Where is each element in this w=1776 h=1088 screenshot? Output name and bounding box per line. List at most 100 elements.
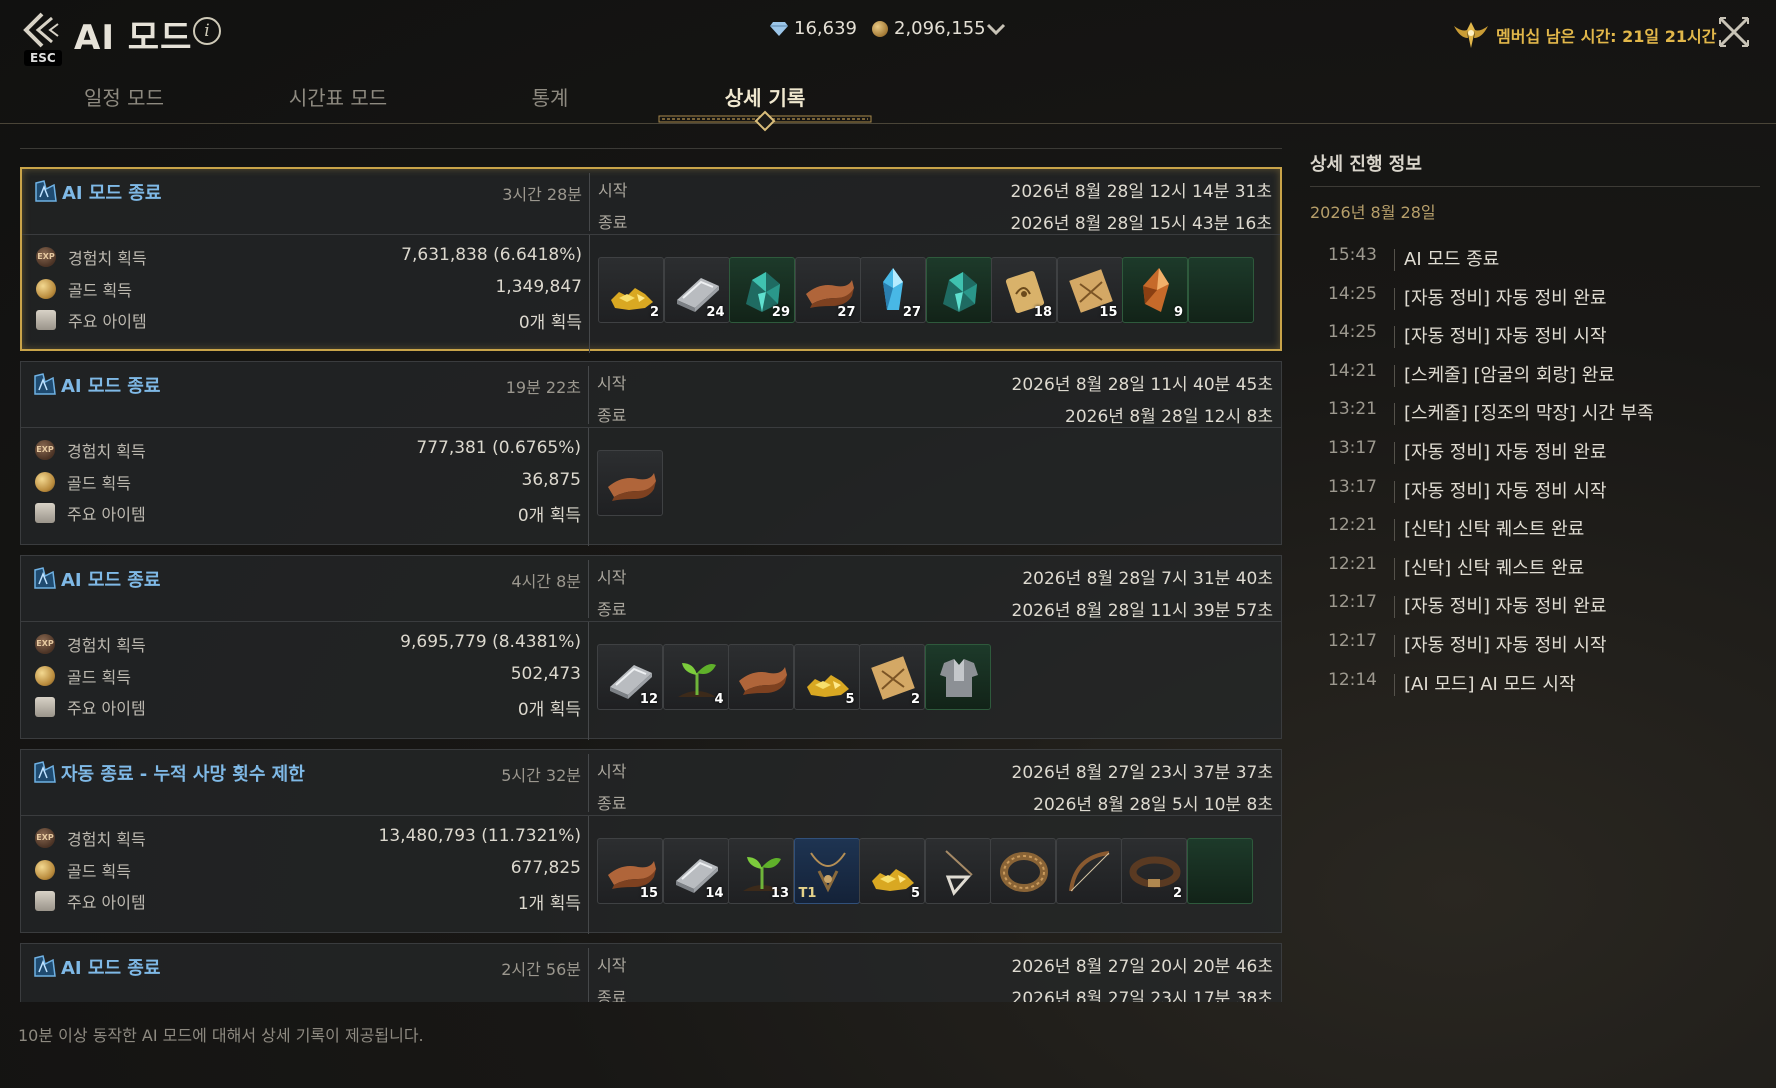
items-value: 0개 획득 xyxy=(517,506,581,526)
record-list[interactable]: AI 모드 종료 3시간 28분 시작 2026년 8월 28일 12시 14분… xyxy=(20,148,1282,1002)
item-count: 27 xyxy=(837,305,856,320)
loot-item-slot[interactable]: 4 xyxy=(662,644,729,710)
divider xyxy=(589,235,590,353)
item-tier: T1 xyxy=(798,886,817,901)
record-body: EXP 경험치 획득 7,631,838 (6.6418%) 골드 획득 1,3… xyxy=(22,235,1280,353)
gold-label: 골드 획득 xyxy=(67,862,131,881)
loot-item-slot[interactable]: 2 xyxy=(598,257,664,323)
loot-item-slot[interactable] xyxy=(1055,838,1122,904)
divider xyxy=(1394,673,1395,696)
end-label: 종료 xyxy=(597,406,627,425)
item-count: 18 xyxy=(1033,305,1052,320)
start-datetime: 2026년 8월 28일 11시 40분 45초 xyxy=(1011,375,1273,395)
loot-item-slot[interactable]: 9 xyxy=(1122,257,1188,323)
loot-item-slot[interactable]: 12 xyxy=(597,644,663,710)
exp-value: 777,381 (0.6765%) xyxy=(416,438,581,458)
loot-item-slot[interactable]: 15 xyxy=(597,838,663,904)
tab-timetable-mode[interactable]: 시간표 모드 xyxy=(238,82,438,111)
active-tab-ornament xyxy=(658,110,872,132)
log-entry: 12:21 [신탁] 신탁 퀘스트 완료 xyxy=(1328,554,1768,584)
loot-item-slot[interactable] xyxy=(990,838,1056,904)
loot-item-slot[interactable]: 5 xyxy=(859,838,925,904)
record-duration: 19분 22초 xyxy=(505,378,581,397)
loot-item-slot-partial[interactable] xyxy=(1186,838,1253,904)
record-duration: 2시간 56분 xyxy=(501,960,581,979)
log-message: [신탁] 신탁 퀘스트 완료 xyxy=(1404,557,1585,579)
end-datetime: 2026년 8월 28일 5시 10분 8초 xyxy=(1033,795,1273,815)
loot-item-slot[interactable]: 2 xyxy=(1121,838,1187,904)
log-entry: 15:43 AI 모드 종료 xyxy=(1328,245,1768,275)
loot-item-slot[interactable]: 5 xyxy=(793,644,860,710)
start-datetime: 2026년 8월 27일 23시 37분 37초 xyxy=(1011,763,1273,783)
log-time: 14:25 xyxy=(1328,322,1377,343)
record-entry[interactable]: AI 모드 종료 19분 22초 시작 2026년 8월 28일 11시 40분… xyxy=(20,361,1282,546)
gold-coin-icon xyxy=(36,279,56,299)
record-header: 자동 종료 - 누적 사망 횟수 제한 5시간 32분 시작 2026년 8월 … xyxy=(21,750,1281,816)
gold-row: 골드 획득 502,473 xyxy=(35,664,595,690)
close-icon[interactable] xyxy=(1716,14,1752,50)
exp-row: EXP 경험치 획득 777,381 (0.6765%) xyxy=(35,438,595,464)
loot-item-slot-partial[interactable] xyxy=(1187,257,1254,323)
divider xyxy=(1394,287,1395,310)
log-entry: 12:14 [AI 모드] AI 모드 시작 xyxy=(1328,670,1768,700)
info-icon[interactable]: i xyxy=(193,17,221,45)
loot-item-slot[interactable]: 15 xyxy=(1056,257,1123,323)
loot-item-slot[interactable]: 29 xyxy=(729,257,795,323)
start-datetime: 2026년 8월 27일 20시 20분 46초 xyxy=(1011,957,1273,977)
gold-value: 502,473 xyxy=(510,664,581,684)
loot-item-slot[interactable]: 27 xyxy=(794,257,861,323)
log-time: 15:43 xyxy=(1328,245,1377,265)
gold-row: 골드 획득 1,349,847 xyxy=(36,277,596,303)
leather-scrap-icon xyxy=(608,473,656,501)
loot-item-slot[interactable]: 2 xyxy=(859,644,925,710)
log-message: [자동 정비] 자동 정비 시작 xyxy=(1404,480,1607,502)
record-entry[interactable]: AI 모드 종료 2시간 56분 시작 2026년 8월 27일 20시 20분… xyxy=(20,943,1282,1002)
loot-item-slot[interactable]: 18 xyxy=(991,257,1057,323)
items-label: 주요 아이템 xyxy=(67,505,146,524)
loot-item-slot[interactable] xyxy=(597,450,663,516)
record-entry[interactable]: AI 모드 종료 3시간 28분 시작 2026년 8월 28일 12시 14분… xyxy=(20,167,1282,353)
record-header: AI 모드 종료 3시간 28분 시작 2026년 8월 28일 12시 14분… xyxy=(22,169,1280,235)
loot-item-slot[interactable] xyxy=(924,644,991,710)
tab-statistics[interactable]: 통계 xyxy=(450,82,650,111)
loot-item-slot[interactable] xyxy=(924,838,991,904)
divider xyxy=(1394,480,1395,503)
item-count: 12 xyxy=(639,692,658,707)
loot-item-slot[interactable]: 14 xyxy=(662,838,729,904)
log-message: [AI 모드] AI 모드 시작 xyxy=(1404,673,1576,695)
divider xyxy=(1394,403,1395,426)
start-label: 시작 xyxy=(598,181,628,200)
record-header: AI 모드 종료 2시간 56분 시작 2026년 8월 27일 20시 20분… xyxy=(21,944,1281,1002)
record-entry[interactable]: AI 모드 종료 4시간 8분 시작 2026년 8월 28일 7시 31분 4… xyxy=(20,555,1282,740)
ai-mode-icon xyxy=(34,761,56,783)
tab-schedule-mode[interactable]: 일정 모드 xyxy=(24,82,224,111)
record-entry[interactable]: 자동 종료 - 누적 사망 횟수 제한 5시간 32분 시작 2026년 8월 … xyxy=(20,749,1282,934)
membership-status[interactable]: 멤버십 남은 시간: 21일 21시간 xyxy=(1452,18,1716,52)
ai-mode-icon xyxy=(34,567,56,589)
loot-item-slot[interactable]: 24 xyxy=(663,257,730,323)
items-value: 1개 획득 xyxy=(517,894,581,914)
item-count: 9 xyxy=(1173,305,1183,320)
ai-mode-icon xyxy=(34,373,56,395)
gold-row: 골드 획득 677,825 xyxy=(35,858,595,884)
record-header: AI 모드 종료 4시간 8분 시작 2026년 8월 28일 7시 31분 4… xyxy=(21,556,1281,622)
loot-item-slot[interactable]: 27 xyxy=(860,257,926,323)
chevron-down-icon[interactable] xyxy=(986,22,1006,36)
loot-item-slot[interactable]: 13 xyxy=(728,838,794,904)
loot-item-slot[interactable]: T1 xyxy=(793,838,860,904)
loot-items xyxy=(597,450,1281,518)
end-datetime: 2026년 8월 28일 15시 43분 16초 xyxy=(1010,214,1272,234)
item-box-icon xyxy=(35,891,55,911)
tab-detailed-records[interactable]: 상세 기록 xyxy=(665,82,865,111)
gold-value: 36,875 xyxy=(521,470,581,490)
log-message: [자동 정비] 자동 정비 시작 xyxy=(1404,635,1607,656)
divider xyxy=(1394,635,1395,657)
back-arrow-icon[interactable] xyxy=(20,12,64,52)
loot-items: 15 14 13 T1 5 2 xyxy=(597,838,1281,906)
exp-row: EXP 경험치 획득 9,695,779 (8.4381%) xyxy=(35,632,595,658)
gold-label: 골드 획득 xyxy=(68,281,132,300)
loot-item-slot[interactable] xyxy=(925,257,992,323)
loot-item-slot[interactable] xyxy=(728,644,794,710)
log-entry: 13:21 [스케줄] [징조의 막장] 시간 부족 xyxy=(1328,399,1768,429)
item-box-icon xyxy=(35,503,55,523)
